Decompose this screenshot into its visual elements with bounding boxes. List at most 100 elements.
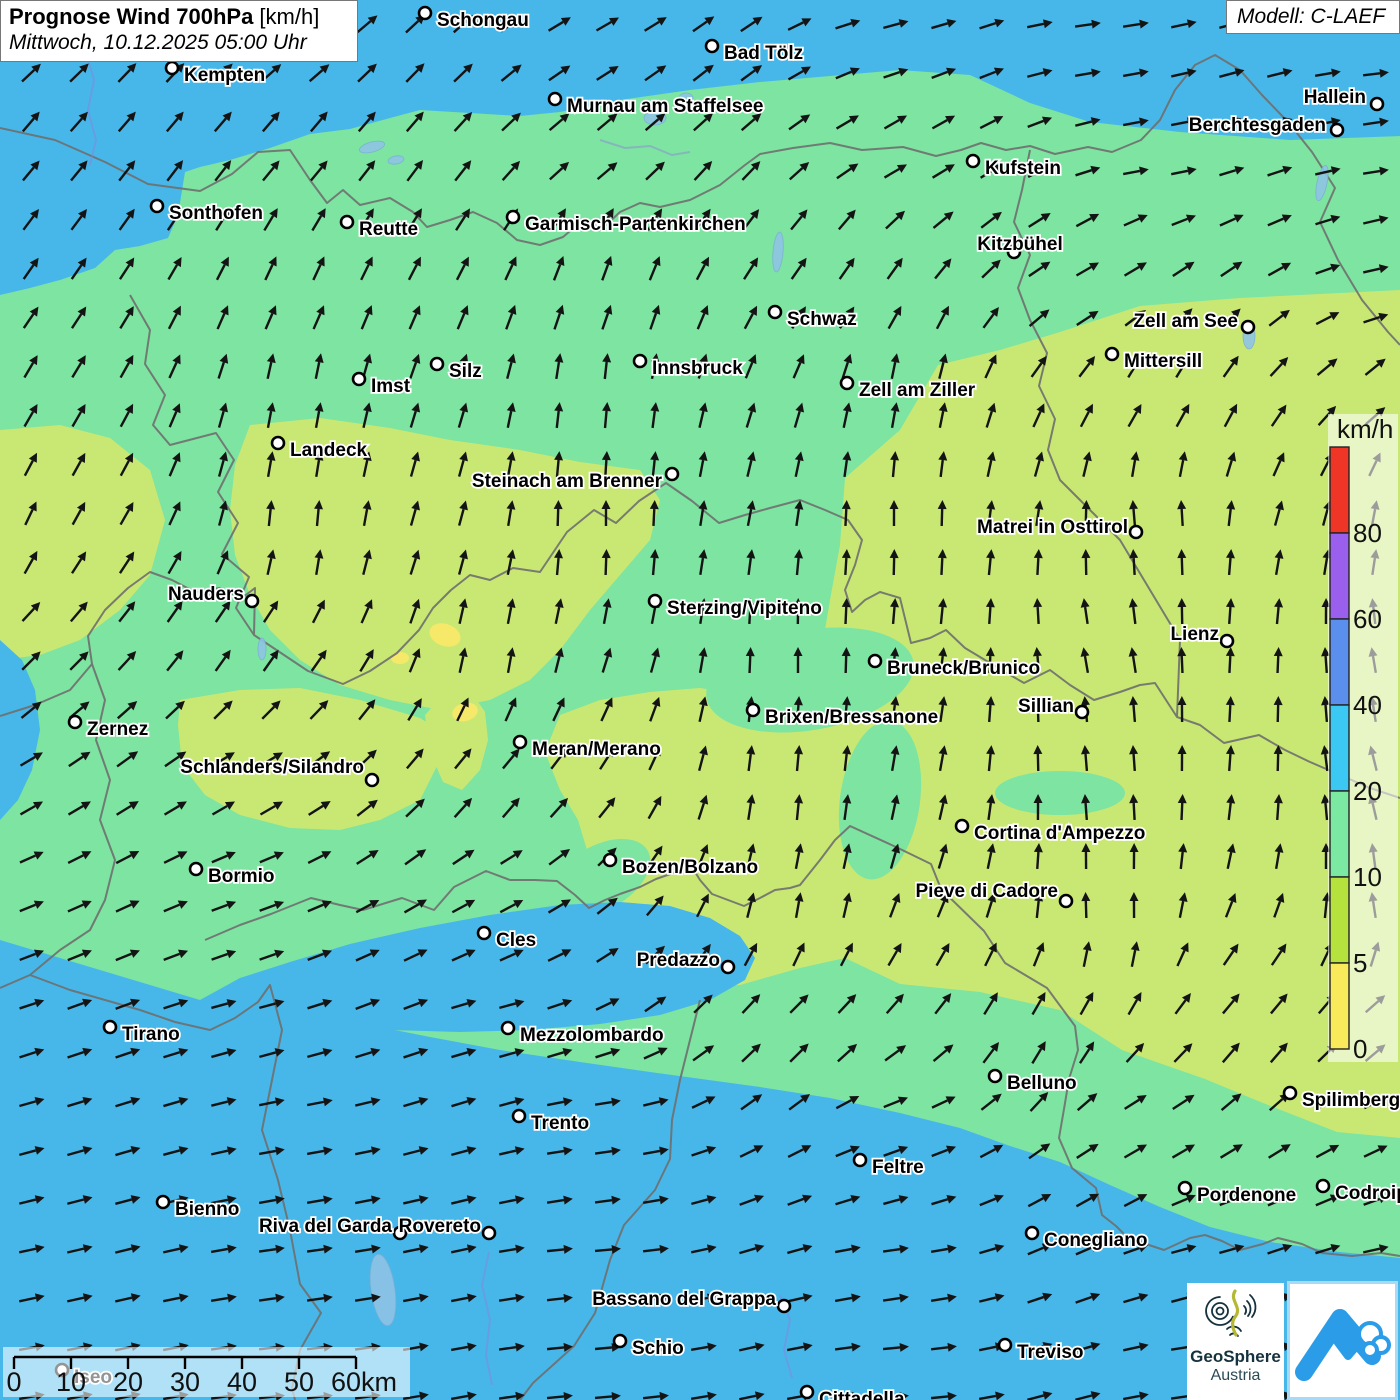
- city-label: Meran/Merano: [532, 739, 661, 760]
- city-label: Riva del Garda: [259, 1216, 392, 1237]
- city-label: Predazzo: [637, 950, 720, 971]
- city-marker: [778, 1300, 790, 1312]
- city-label: Feltre: [872, 1157, 924, 1178]
- city-marker: [478, 927, 490, 939]
- city-label: Pieve di Cadore: [915, 881, 1058, 902]
- city-label: Landeck: [290, 440, 368, 461]
- city-marker: [431, 358, 443, 370]
- city-label: Matrei in Osttirol: [977, 517, 1128, 538]
- geosphere-logo: GeoSphere Austria: [1187, 1283, 1284, 1400]
- city-predazzo: Predazzo: [637, 950, 734, 973]
- model-label: Modell: C-LAEF: [1226, 0, 1400, 34]
- city-label: Lienz: [1170, 624, 1219, 645]
- city-marker: [1242, 321, 1254, 333]
- title-unit: [km/h]: [253, 4, 319, 29]
- city-label: Treviso: [1017, 1342, 1084, 1363]
- scale-label: 10: [56, 1367, 86, 1397]
- city-label: Nauders: [168, 584, 244, 605]
- city-marker: [747, 704, 759, 716]
- legend-tick-label: 10: [1353, 862, 1382, 892]
- city-marker: [69, 716, 81, 728]
- city-label: Zell am Ziller: [859, 380, 976, 401]
- city-marker: [1076, 706, 1088, 718]
- page-title: Prognose Wind 700hPa [km/h]: [9, 4, 349, 30]
- legend-tick-label: 80: [1353, 518, 1382, 548]
- city-marker: [967, 155, 979, 167]
- city-marker: [341, 216, 353, 228]
- legend-band: [1330, 963, 1349, 1049]
- city-zell-am-ziller: Zell am Ziller: [841, 377, 976, 401]
- city-murnau-am-staffelsee: Murnau am Staffelsee: [549, 93, 763, 117]
- city-conegliano: Conegliano: [1026, 1227, 1147, 1251]
- city-pordenone: Pordenone: [1179, 1182, 1296, 1206]
- forecast-datetime: Mittwoch, 10.12.2025 05:00 Uhr: [9, 31, 349, 55]
- legend-band: [1330, 791, 1349, 877]
- city-label: Schwaz: [787, 309, 857, 330]
- city-marker: [513, 1110, 525, 1122]
- city-label: Kitzbühel: [977, 234, 1063, 255]
- legend-band: [1330, 533, 1349, 619]
- city-label: Spilimbergo: [1302, 1090, 1400, 1111]
- city-spilimbergo: Spilimbergo: [1284, 1087, 1400, 1111]
- legend-tick-label: 40: [1353, 690, 1382, 720]
- legend: km/h806040201050: [1328, 414, 1398, 1064]
- city-label: Bad Tölz: [724, 43, 803, 64]
- city-berchtesgaden: Berchtesgaden: [1189, 115, 1343, 136]
- city-riva-del-garda: Riva del Garda: [259, 1216, 406, 1239]
- scale-label: 0: [6, 1367, 21, 1397]
- city-label: Brixen/Bressanone: [765, 707, 938, 728]
- city-label: Tirano: [122, 1024, 180, 1045]
- city-label: Sterzing/Vipiteno: [667, 598, 822, 619]
- city-label: Kufstein: [985, 158, 1061, 179]
- city-marker: [419, 7, 431, 19]
- city-label: Silz: [449, 361, 482, 382]
- city-label: Mittersill: [1124, 351, 1202, 372]
- city-label: Garmisch-Partenkirchen: [525, 214, 746, 235]
- city-label: Rovereto: [399, 1216, 481, 1237]
- mountain-cloud-logo: [1287, 1281, 1398, 1400]
- wind-forecast-map: SchongauBad TölzKemptenMurnau am Staffel…: [0, 0, 1400, 1400]
- city-marker: [769, 306, 781, 318]
- city-label: Reutte: [359, 219, 418, 240]
- legend-band: [1330, 705, 1349, 791]
- city-label: Bruneck/Brunico: [887, 658, 1040, 679]
- city-label: Zell am See: [1133, 311, 1238, 332]
- city-bassano-del-grappa: Bassano del Grappa: [592, 1289, 790, 1312]
- city-label: Schio: [632, 1338, 684, 1359]
- city-kitzb-hel: Kitzbühel: [977, 234, 1063, 258]
- city-sterzing-vipiteno: Sterzing/Vipiteno: [649, 595, 822, 619]
- city-garmisch-partenkirchen: Garmisch-Partenkirchen: [507, 211, 746, 235]
- city-zell-am-see: Zell am See: [1133, 311, 1254, 333]
- city-label: Murnau am Staffelsee: [567, 96, 763, 117]
- city-marker: [722, 961, 734, 973]
- geosphere-name: GeoSphere: [1187, 1348, 1284, 1367]
- city-marker: [514, 736, 526, 748]
- city-marker: [634, 355, 646, 367]
- city-marker: [246, 595, 258, 607]
- map-canvas: SchongauBad TölzKemptenMurnau am Staffel…: [0, 0, 1400, 1400]
- scale-bar: 0102030405060km: [3, 1347, 410, 1397]
- city-marker: [549, 93, 561, 105]
- city-marker: [151, 200, 163, 212]
- city-rovereto: Rovereto: [399, 1216, 495, 1239]
- legend-band: [1330, 447, 1349, 533]
- city-marker: [353, 373, 365, 385]
- city-label: Innsbruck: [652, 358, 743, 379]
- city-label: Trento: [531, 1113, 589, 1134]
- city-marker: [649, 595, 661, 607]
- legend-tick-label: 5: [1353, 948, 1367, 978]
- legend-title: km/h: [1337, 414, 1393, 444]
- city-label: Bormio: [208, 866, 275, 887]
- city-marker: [1221, 635, 1233, 647]
- title-box: Prognose Wind 700hPa [km/h] Mittwoch, 10…: [0, 0, 358, 62]
- city-label: Conegliano: [1044, 1230, 1147, 1251]
- city-marker: [801, 1386, 813, 1398]
- city-marker: [1331, 124, 1343, 136]
- city-label: Hallein: [1304, 87, 1366, 108]
- city-marker: [1130, 526, 1142, 538]
- city-marker: [157, 1196, 169, 1208]
- city-label: Imst: [371, 376, 411, 397]
- legend-tick-label: 60: [1353, 604, 1382, 634]
- city-marker: [1060, 895, 1072, 907]
- city-label: Pordenone: [1197, 1185, 1296, 1206]
